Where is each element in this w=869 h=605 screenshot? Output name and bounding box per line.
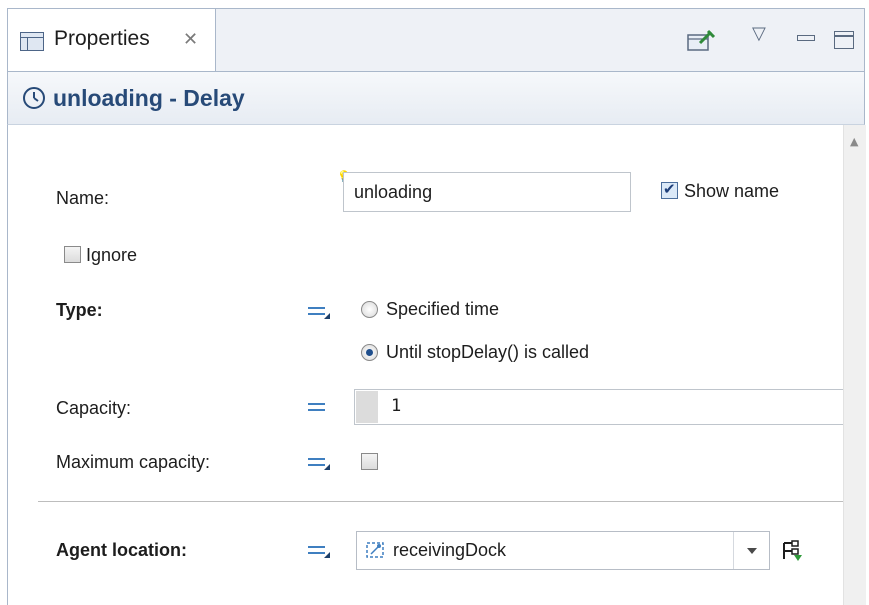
type-label: Type: [56,300,103,320]
view-tab-bar: Properties ✕ ▽ [7,8,865,72]
close-tab-icon[interactable]: ✕ [183,29,198,50]
node-icon [365,540,387,566]
radio-until-stopdelay-label: Until stopDelay() is called [386,342,590,362]
equals-icon[interactable] [308,401,330,415]
capacity-field[interactable]: 1 [354,389,843,425]
view-menu-icon[interactable]: ▽ [752,23,766,44]
tab-label: Properties [54,27,150,50]
name-label: Name: [56,188,110,208]
properties-view: Properties ✕ ▽ unloading - Delay Name: u… [0,0,869,605]
show-name-label: Show name [684,181,780,201]
maximum-capacity-label: Maximum capacity: [56,452,211,472]
radio-specified-time-label: Specified time [386,299,500,319]
properties-icon [20,32,44,51]
ignore-checkbox[interactable] [64,246,81,263]
radio-until-stopdelay[interactable] [361,344,378,361]
scroll-up-icon[interactable]: ▲ [850,135,858,148]
section-divider [38,501,843,502]
properties-header: unloading - Delay [7,71,865,125]
page-title: unloading - Delay [53,85,245,111]
tab-properties[interactable]: Properties ✕ [8,9,216,72]
capacity-label: Capacity: [56,398,132,418]
vertical-scrollbar[interactable]: ▲ [843,125,866,605]
radio-specified-time[interactable] [361,301,378,318]
pin-view-icon[interactable] [686,29,716,53]
properties-body: Name: 💡 Show name Ignore Type: Specified… [7,125,866,605]
maximize-icon[interactable] [834,31,854,49]
dynamic-value-icon[interactable] [308,456,330,470]
select-node-icon[interactable] [780,539,806,569]
ignore-label: Ignore [86,245,138,265]
name-field[interactable] [343,172,631,212]
minimize-icon[interactable] [797,35,815,41]
agent-location-label: Agent location: [56,540,187,560]
agent-location-select[interactable]: receivingDock [356,531,770,570]
clock-icon [22,86,46,114]
maximum-capacity-checkbox[interactable] [361,453,378,470]
dynamic-value-icon[interactable] [308,544,330,558]
code-gutter [356,391,378,423]
dynamic-value-icon[interactable] [308,305,330,319]
chevron-down-icon[interactable] [733,532,769,569]
capacity-value: 1 [391,396,402,416]
agent-location-value: receivingDock [393,540,507,560]
show-name-checkbox[interactable] [661,180,678,199]
